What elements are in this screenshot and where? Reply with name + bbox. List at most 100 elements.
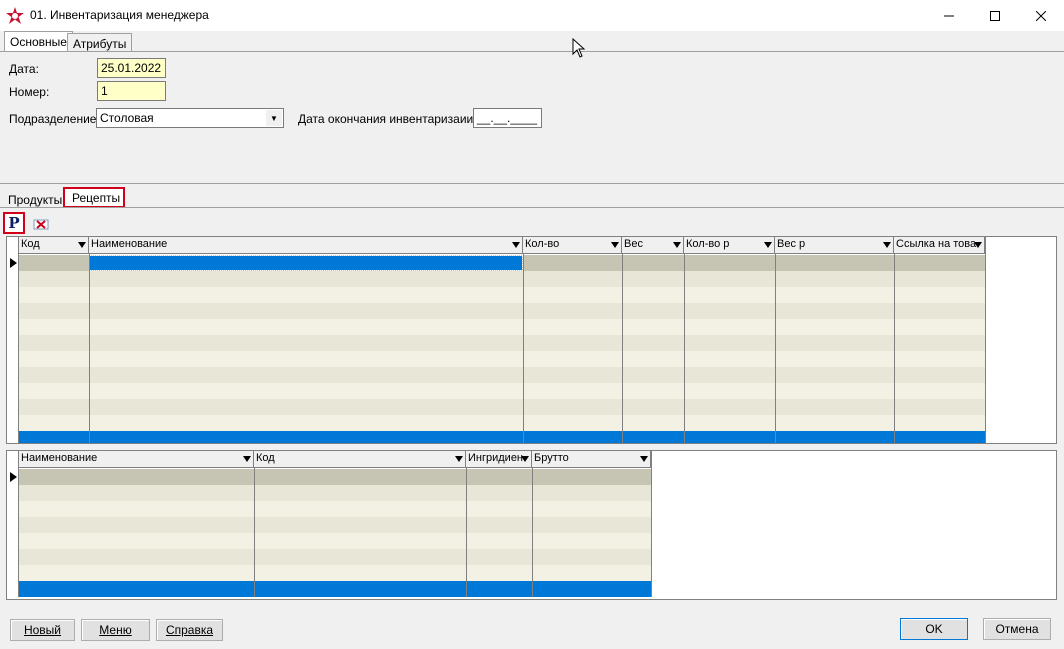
division-value: Столовая — [100, 111, 154, 125]
table-row[interactable] — [19, 399, 985, 415]
dropdown-arrow-icon[interactable] — [78, 242, 86, 248]
table-row[interactable] — [19, 533, 651, 549]
column-divider — [523, 237, 524, 443]
close-button[interactable] — [1018, 0, 1064, 31]
column-header[interactable]: Кол-во — [523, 237, 622, 254]
table-row[interactable] — [19, 415, 985, 431]
dropdown-arrow-icon[interactable] — [764, 242, 772, 248]
dropdown-arrow-icon[interactable] — [883, 242, 891, 248]
division-select[interactable]: Столовая ▼ — [96, 108, 284, 128]
column-header-label: Ссылка на това — [896, 238, 977, 250]
maximize-button[interactable] — [972, 0, 1018, 31]
division-label: Подразделение: — [9, 112, 100, 126]
ok-button[interactable]: OK — [900, 618, 968, 640]
column-divider — [894, 237, 895, 443]
column-divider — [532, 451, 533, 597]
dropdown-arrow-icon[interactable] — [512, 242, 520, 248]
date-label: Дата: — [9, 62, 39, 76]
row-indicator-column — [7, 237, 19, 443]
column-header-label: Вес р — [777, 238, 806, 250]
table-row[interactable] — [19, 319, 985, 335]
column-header[interactable]: Вес р — [775, 237, 894, 254]
column-header-label: Код — [21, 238, 40, 250]
delete-icon — [33, 219, 49, 230]
end-date-field[interactable]: __.__.____ — [473, 108, 542, 128]
maximize-icon — [990, 10, 1000, 21]
table-row[interactable] — [19, 383, 985, 399]
number-field[interactable]: 1 — [97, 81, 166, 101]
column-divider — [651, 451, 652, 597]
table-row[interactable] — [19, 565, 651, 581]
table-row[interactable] — [19, 287, 985, 303]
help-button[interactable]: Справка — [156, 619, 223, 641]
column-divider — [622, 237, 623, 443]
column-header[interactable]: Наименование — [19, 451, 254, 468]
column-header[interactable]: Код — [254, 451, 466, 468]
column-header[interactable]: Ингридиен — [466, 451, 532, 468]
table-row[interactable] — [19, 431, 985, 443]
column-header[interactable]: Код — [19, 237, 89, 254]
minimize-button[interactable] — [926, 0, 972, 31]
column-header-label: Брутто — [534, 452, 569, 464]
column-header[interactable]: Вес — [622, 237, 684, 254]
tab-attributes[interactable]: Атрибуты — [67, 33, 133, 53]
dropdown-arrow-icon[interactable] — [640, 456, 648, 462]
dropdown-arrow-icon[interactable] — [455, 456, 463, 462]
column-header-label: Наименование — [21, 452, 98, 464]
table-row[interactable] — [19, 549, 651, 565]
column-divider — [254, 451, 255, 597]
menu-button[interactable]: Меню — [81, 619, 150, 641]
column-header-label: Вес — [624, 238, 643, 250]
column-header[interactable]: Кол-во р — [684, 237, 775, 254]
recipes-grid[interactable]: Код Наименование Кол-во Вес Кол-во р Вес р Ссы… — [6, 236, 1057, 444]
column-header[interactable]: Наименование — [89, 237, 523, 254]
column-divider — [775, 237, 776, 443]
column-divider — [466, 451, 467, 597]
column-divider — [89, 237, 90, 443]
dropdown-arrow-icon[interactable] — [673, 242, 681, 248]
column-header-label: Код — [256, 452, 275, 464]
column-divider — [985, 237, 986, 443]
tab-main[interactable]: Основные — [4, 31, 73, 53]
cancel-button-label: Отмена — [995, 622, 1039, 636]
recipe-button[interactable]: P — [3, 212, 25, 234]
column-header[interactable]: Брутто — [532, 451, 651, 468]
table-row[interactable] — [19, 335, 985, 351]
dropdown-arrow-icon[interactable] — [974, 242, 982, 248]
table-row[interactable] — [19, 501, 651, 517]
column-divider — [684, 237, 685, 443]
column-header[interactable]: Ссылка на това — [894, 237, 985, 254]
cancel-button[interactable]: Отмена — [983, 618, 1051, 640]
column-header-label: Кол-во р — [686, 238, 730, 250]
help-button-label: Справка — [165, 623, 214, 637]
app-icon — [6, 7, 24, 24]
tab-recipes[interactable]: Рецепты — [63, 187, 125, 208]
chevron-down-icon[interactable]: ▼ — [266, 110, 282, 126]
table-row[interactable] — [19, 351, 985, 367]
new-button-label: Новый — [23, 623, 62, 637]
column-header-label: Наименование — [91, 238, 168, 250]
new-button[interactable]: Новый — [10, 619, 75, 641]
table-row[interactable] — [19, 517, 651, 533]
minimize-icon — [944, 15, 954, 16]
ok-button-label: OK — [925, 622, 943, 636]
table-row[interactable] — [19, 581, 651, 597]
selected-cell[interactable] — [89, 255, 523, 271]
ingredients-grid[interactable]: Наименование Код Ингридиен Брутто — [6, 450, 1057, 600]
table-row[interactable] — [19, 469, 651, 485]
end-date-label: Дата окончания инвентаризаии: — [298, 112, 477, 126]
table-row[interactable] — [19, 367, 985, 383]
window-title: 01. Инвентаризация менеджера — [30, 8, 209, 22]
table-row[interactable] — [19, 271, 985, 287]
recipe-button-label: P — [8, 214, 20, 232]
dropdown-arrow-icon[interactable] — [243, 456, 251, 462]
date-field[interactable]: 25.01.2022 — [97, 58, 166, 78]
table-row[interactable] — [19, 303, 985, 319]
column-header-label: Ингридиен — [468, 452, 524, 464]
number-label: Номер: — [9, 85, 50, 99]
dropdown-arrow-icon[interactable] — [611, 242, 619, 248]
clear-filter-button[interactable] — [30, 213, 52, 235]
title-bar: 01. Инвентаризация менеджера — [0, 0, 1064, 31]
table-row[interactable] — [19, 485, 651, 501]
dropdown-arrow-icon[interactable] — [521, 456, 529, 462]
